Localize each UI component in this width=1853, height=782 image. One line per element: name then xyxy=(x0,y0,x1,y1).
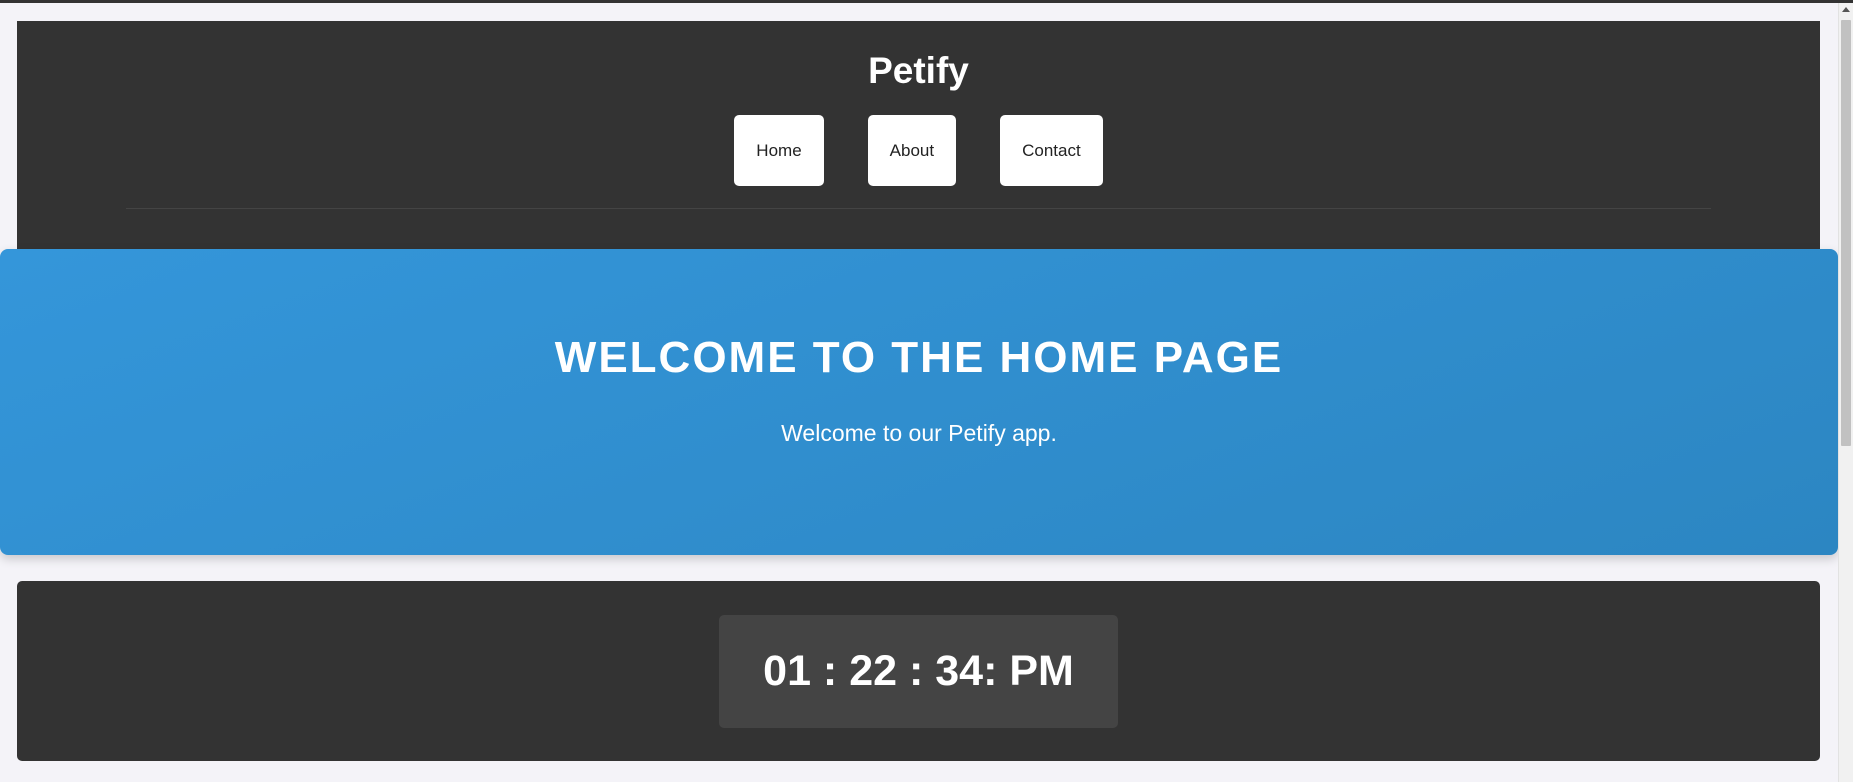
brand-title: Petify xyxy=(868,50,969,91)
site-header: Petify Home About Contact xyxy=(17,21,1820,250)
top-border xyxy=(0,0,1853,3)
clock-display: 01 : 22 : 34: PM xyxy=(719,615,1118,728)
hero-subtitle: Welcome to our Petify app. xyxy=(781,420,1057,446)
vertical-scrollbar[interactable] xyxy=(1838,3,1853,782)
hero-title: WELCOME TO THE HOME PAGE xyxy=(554,333,1284,382)
scroll-up-arrow-icon[interactable] xyxy=(1842,7,1850,12)
nav-about-button[interactable]: About xyxy=(867,115,957,186)
nav-divider xyxy=(126,208,1711,209)
nav-home-button[interactable]: Home xyxy=(734,115,824,186)
main-nav: Home About Contact xyxy=(17,115,1820,186)
hero-banner: WELCOME TO THE HOME PAGE Welcome to our … xyxy=(0,249,1838,555)
nav-contact-button[interactable]: Contact xyxy=(1000,115,1103,186)
scrollbar-thumb[interactable] xyxy=(1841,20,1851,446)
clock-panel: 01 : 22 : 34: PM xyxy=(17,581,1820,761)
